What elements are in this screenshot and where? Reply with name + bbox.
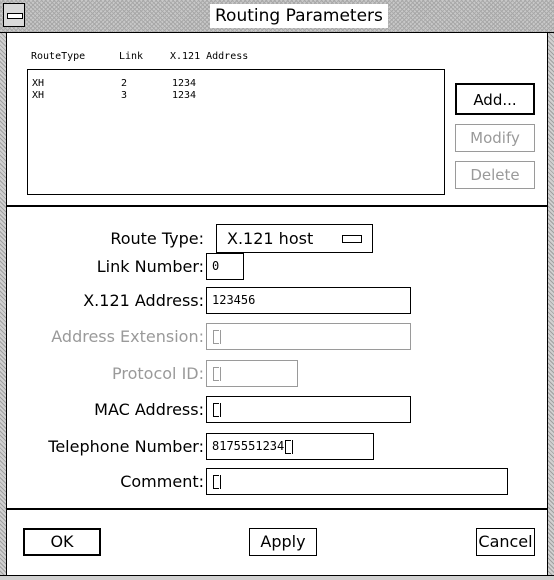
text-cursor-icon	[213, 366, 221, 381]
title-bar[interactable]: Routing Parameters	[0, 0, 554, 33]
link-cell: 3	[121, 90, 128, 101]
modify-button[interactable]: Modify	[455, 124, 535, 152]
window-menu-button[interactable]	[3, 3, 25, 27]
route-type-label: Route Type:	[110, 229, 204, 248]
bottom-divider	[7, 508, 547, 510]
x121-address-label: X.121 Address:	[83, 291, 204, 310]
window-frame-right[interactable]	[547, 33, 554, 580]
x121-address-field[interactable]: 123456	[206, 287, 411, 314]
telephone-number-field[interactable]: 8175551234	[206, 433, 374, 460]
window-frame-bottom[interactable]	[0, 575, 554, 580]
telephone-number-label: Telephone Number:	[48, 437, 204, 456]
address-cell: 1234	[172, 90, 197, 101]
option-menu-indicator-icon	[342, 235, 362, 243]
ok-button[interactable]: OK	[23, 528, 101, 556]
route-type-cell: XH	[32, 78, 45, 89]
route-list[interactable]: XH 2 1234 XH 3 1234	[27, 69, 445, 195]
text-cursor-icon	[213, 402, 221, 417]
comment-label: Comment:	[120, 472, 204, 491]
comment-field[interactable]	[206, 468, 508, 495]
window-frame-left[interactable]	[0, 33, 7, 580]
address-extension-field[interactable]	[206, 323, 411, 350]
window-title: Routing Parameters	[210, 4, 388, 28]
route-type-select[interactable]: X.121 host	[216, 224, 373, 253]
mac-address-label: MAC Address:	[94, 400, 204, 419]
route-type-value: X.121 host	[227, 229, 314, 248]
text-cursor-icon	[285, 439, 294, 454]
delete-button[interactable]: Delete	[455, 161, 535, 189]
text-cursor-icon	[213, 474, 221, 489]
add-button[interactable]: Add...	[455, 83, 535, 115]
telephone-number-value: 8175551234	[212, 439, 285, 453]
top-divider	[7, 205, 547, 207]
x121-address-value: 123456	[212, 293, 256, 307]
protocol-id-field[interactable]	[206, 360, 298, 387]
window-menu-icon	[7, 13, 23, 19]
column-header-address: X.121 Address	[170, 51, 249, 62]
link-cell: 2	[121, 78, 128, 89]
protocol-id-label: Protocol ID:	[112, 364, 204, 383]
cancel-button[interactable]: Cancel	[476, 528, 535, 556]
column-header-route-type: RouteType	[31, 51, 86, 62]
address-cell: 1234	[172, 78, 197, 89]
address-extension-label: Address Extension:	[51, 327, 204, 346]
link-number-value: 0	[212, 259, 220, 273]
column-header-link: Link	[119, 51, 144, 62]
text-cursor-icon	[213, 329, 221, 344]
mac-address-field[interactable]	[206, 396, 411, 423]
link-number-label: Link Number:	[96, 257, 204, 276]
route-type-cell: XH	[32, 90, 45, 101]
apply-button[interactable]: Apply	[249, 528, 317, 556]
link-number-field[interactable]: 0	[206, 253, 244, 280]
